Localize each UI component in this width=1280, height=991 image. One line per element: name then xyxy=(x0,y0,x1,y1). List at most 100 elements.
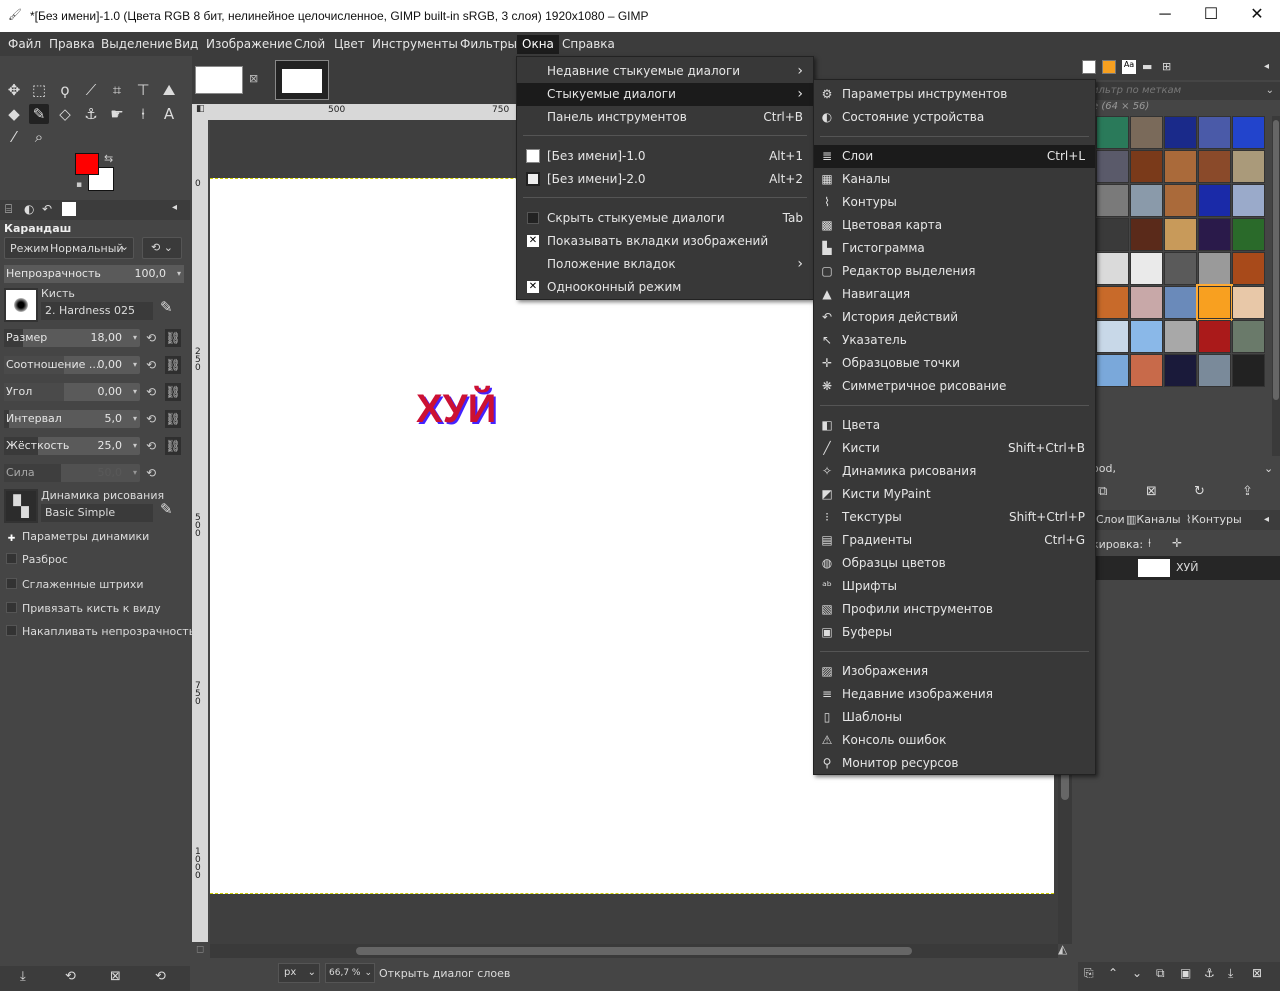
pattern-swatch[interactable] xyxy=(1164,320,1197,353)
raise-layer-icon[interactable]: ⌃ xyxy=(1108,966,1118,980)
patterns-tab-icon[interactable] xyxy=(1102,60,1116,74)
pattern-swatch[interactable] xyxy=(1232,218,1265,251)
tag-filter-input[interactable]: ильтр по меткам ⌄ xyxy=(1078,82,1280,100)
menu-edit[interactable]: Правка xyxy=(45,35,99,54)
duplicate-layer-icon[interactable]: ⧉ xyxy=(1156,966,1165,981)
pattern-swatch[interactable] xyxy=(1096,150,1129,183)
chevron-down-icon[interactable]: ⌄ xyxy=(1264,462,1273,475)
menu-item-dock-20[interactable]: ᵃᵇ Шрифты xyxy=(814,575,1095,598)
brush-preview[interactable] xyxy=(4,288,38,322)
zoom-select[interactable]: 66,7 % ⌄ xyxy=(325,963,375,983)
menu-item-dock-23[interactable]: ▨ Изображения xyxy=(814,660,1095,683)
reset-icon[interactable]: ⟲ xyxy=(143,329,159,347)
menu-help[interactable]: Справка xyxy=(558,35,619,54)
delete-options-icon[interactable]: ⊠ xyxy=(110,969,121,984)
pattern-swatch[interactable] xyxy=(1232,354,1265,387)
pattern-swatch[interactable] xyxy=(1130,218,1163,251)
pattern-swatch[interactable] xyxy=(1198,218,1231,251)
pattern-scrollbar[interactable] xyxy=(1272,116,1280,456)
option-lock-brush[interactable]: Привязать кисть к виду xyxy=(6,602,161,615)
pattern-swatch[interactable] xyxy=(1198,116,1231,149)
documents-tab-icon[interactable]: ▬ xyxy=(1142,60,1152,73)
navigate-icon[interactable]: ◭ xyxy=(1058,942,1067,956)
menu-item-toolbox[interactable]: Панель инструментов Ctrl+B xyxy=(517,106,813,129)
tool-options-tab-icon[interactable]: ⌸ xyxy=(5,202,12,217)
pattern-swatch[interactable] xyxy=(1198,252,1231,285)
eraser-icon[interactable]: ◇ xyxy=(55,104,75,124)
lock-paths-icon[interactable]: ⍿ xyxy=(1148,536,1151,551)
pattern-swatch[interactable] xyxy=(1164,218,1197,251)
reset-icon[interactable]: ⟲ xyxy=(143,464,159,482)
restore-options-icon[interactable]: ⟲ xyxy=(65,969,76,984)
pattern-swatch[interactable] xyxy=(1198,320,1231,353)
menu-item-hide-docks[interactable]: Скрыть стыкуемые диалоги Tab xyxy=(517,207,813,230)
menu-item-dock-9[interactable]: ↶ История действий xyxy=(814,306,1095,329)
spacing-slider[interactable]: Интервал 5,0 ▾ xyxy=(4,410,140,428)
pattern-swatch[interactable] xyxy=(1232,116,1265,149)
pattern-swatch[interactable] xyxy=(1130,184,1163,217)
tab-channels[interactable]: ▥Каналы xyxy=(1126,513,1181,526)
fonts-tab-icon[interactable]: Aa xyxy=(1122,60,1136,74)
pattern-swatch[interactable] xyxy=(1164,184,1197,217)
smudge-icon[interactable]: ☛ xyxy=(107,104,127,124)
tab-layers[interactable]: Слои xyxy=(1096,513,1125,526)
pattern-swatch[interactable] xyxy=(1096,218,1129,251)
pattern-swatch[interactable] xyxy=(1164,150,1197,183)
reset-options-icon[interactable]: ⟲ xyxy=(155,969,166,984)
angle-slider[interactable]: Угол 0,00 ▾ xyxy=(4,383,140,401)
lasso-icon[interactable]: ϙ xyxy=(55,80,75,100)
mode-select[interactable]: Режим Нормальный ⌄ xyxy=(4,237,134,259)
menu-select[interactable]: Выделение xyxy=(97,35,176,54)
rect-select-icon[interactable]: ⬚ xyxy=(29,80,49,100)
swap-colors-icon[interactable]: ⇆ xyxy=(104,152,113,165)
quickmask-icon[interactable]: ◧ xyxy=(196,104,208,118)
pattern-swatch[interactable] xyxy=(1198,354,1231,387)
hardness-slider[interactable]: Жёсткость 25,0 ▾ xyxy=(4,437,140,455)
reset-icon[interactable]: ⟲ xyxy=(143,383,159,401)
delete-layer-icon[interactable]: ⊠ xyxy=(1252,966,1262,980)
menu-item-dock-2[interactable]: ≣ Слои Ctrl+L xyxy=(814,145,1095,168)
menu-item-dock-3[interactable]: ▦ Каналы xyxy=(814,168,1095,191)
menu-item-tabs-position[interactable]: Положение вкладок › xyxy=(517,253,813,276)
panel-menu-icon[interactable]: ◂ xyxy=(172,202,177,213)
menu-item-dock-1[interactable]: ◐ Состояние устройства xyxy=(814,106,1095,129)
menu-item-dock-25[interactable]: ▯ Шаблоны xyxy=(814,706,1095,729)
pattern-swatch[interactable] xyxy=(1164,116,1197,149)
pattern-swatch[interactable] xyxy=(1096,252,1129,285)
color-picker-icon[interactable]: ⁄ xyxy=(4,127,24,147)
menu-item-dock-17[interactable]: ⁝ Текстуры Shift+Ctrl+P xyxy=(814,506,1095,529)
undo-history-tab-icon[interactable]: ↶ xyxy=(42,202,52,216)
horizontal-scrollbar[interactable] xyxy=(210,944,1058,958)
close-tab-icon[interactable]: ⊠ xyxy=(249,72,258,85)
warp-icon[interactable]: ⛰ xyxy=(159,80,179,100)
link-icon[interactable]: ⛓ xyxy=(165,356,181,374)
pattern-swatch[interactable] xyxy=(1096,286,1129,319)
menu-item-dock-12[interactable]: ❋ Симметричное рисование xyxy=(814,375,1095,398)
edit-dynamics-icon[interactable]: ✎ xyxy=(160,500,173,518)
default-colors-icon[interactable]: ▪ xyxy=(76,180,82,190)
menu-item-dock-27[interactable]: ⚲ Монитор ресурсов xyxy=(814,752,1095,775)
close-button[interactable]: ✕ xyxy=(1234,4,1280,28)
menu-item-image-1[interactable]: [Без имени]-1.0 Alt+1 xyxy=(517,145,813,168)
move-tool-icon[interactable]: ✥ xyxy=(4,80,24,100)
menu-color[interactable]: Цвет xyxy=(330,35,369,54)
pattern-swatch[interactable] xyxy=(1232,150,1265,183)
menu-item-dock-16[interactable]: ◩ Кисти MyPaint xyxy=(814,483,1095,506)
templates-tab-icon[interactable]: ⊞ xyxy=(1162,60,1171,73)
pattern-swatch[interactable] xyxy=(1198,150,1231,183)
menu-item-dock-10[interactable]: ↖ Указатель xyxy=(814,329,1095,352)
menu-item-dock-22[interactable]: ▣ Буферы xyxy=(814,621,1095,644)
refresh-icon[interactable]: ↻ xyxy=(1194,484,1205,499)
minimize-button[interactable]: ─ xyxy=(1142,4,1188,28)
dock-menu-icon[interactable]: ◂ xyxy=(1264,514,1269,525)
duplicate-icon[interactable]: ⧉ xyxy=(1098,484,1107,499)
text-tool-icon[interactable]: A xyxy=(159,104,179,124)
open-as-image-icon[interactable]: ⇪ xyxy=(1242,484,1253,499)
menu-item-dock-11[interactable]: ✛ Образцовые точки xyxy=(814,352,1095,375)
pattern-swatch[interactable] xyxy=(1232,320,1265,353)
images-tab-icon[interactable] xyxy=(62,202,76,216)
menu-item-dock-14[interactable]: ╱ Кисти Shift+Ctrl+B xyxy=(814,437,1095,460)
layer-row[interactable]: ХУЙ xyxy=(1096,556,1280,580)
crop-icon[interactable]: ⌗ xyxy=(107,80,127,100)
menu-item-show-tabs[interactable]: ✕ Показывать вкладки изображений xyxy=(517,230,813,253)
